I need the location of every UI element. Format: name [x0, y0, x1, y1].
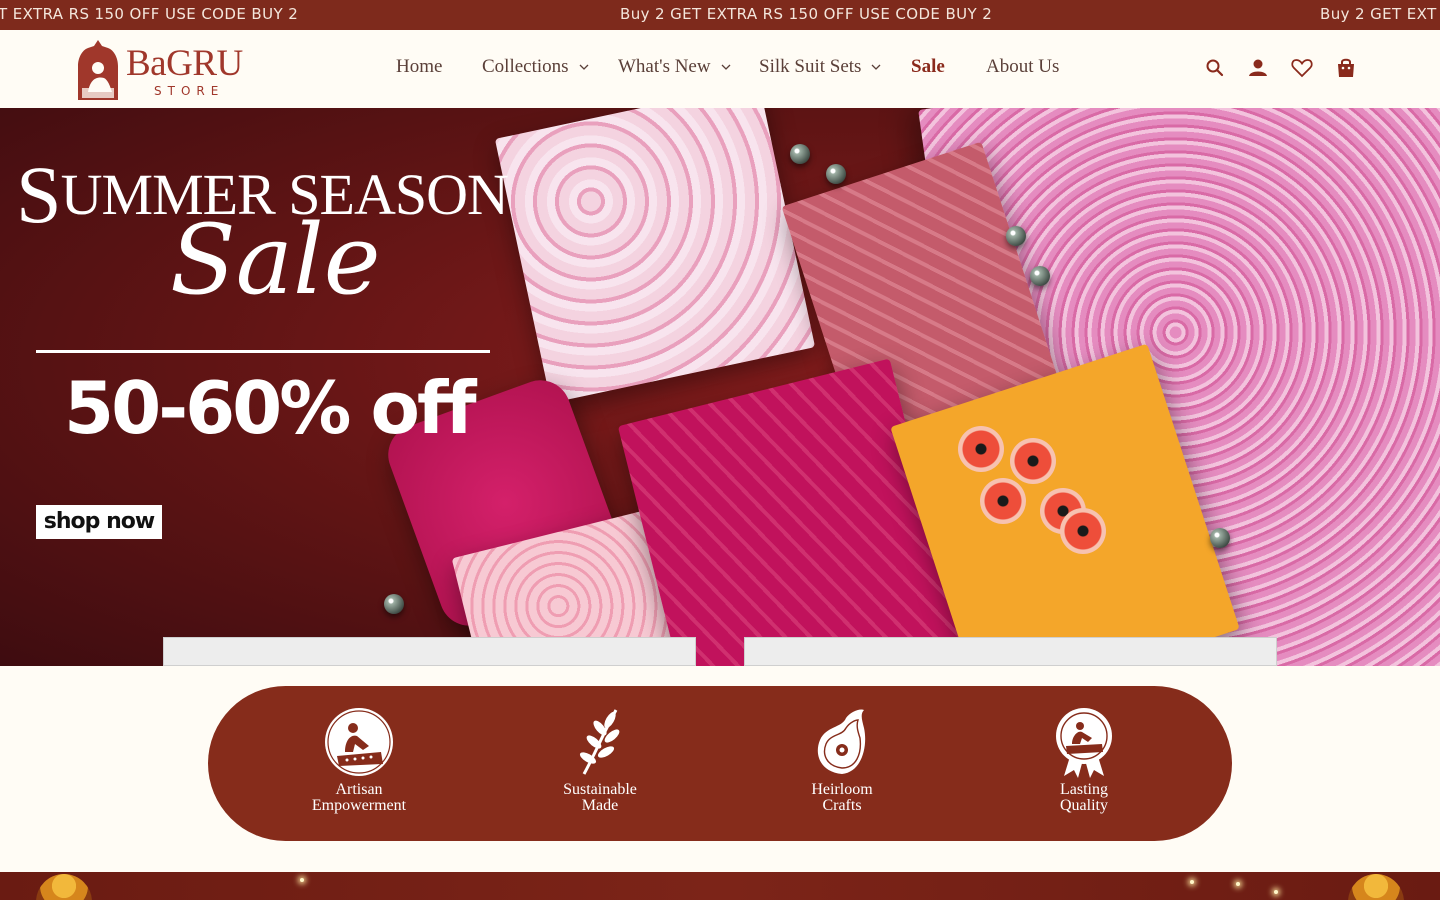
decor-bead [1210, 528, 1230, 548]
flower-motif [1010, 438, 1056, 484]
nav-about-us[interactable]: About Us [986, 56, 1059, 78]
cart-icon[interactable] [1334, 56, 1358, 80]
site-header: BaGRU STORE Home Collections What's New … [0, 30, 1440, 108]
decor-bead [826, 164, 846, 184]
light-sparkle [1190, 880, 1194, 884]
lamp-decoration [36, 874, 92, 900]
feature-sustainable-made: Sustainable Made [520, 706, 680, 814]
chevron-down-icon [721, 64, 731, 70]
decor-bead [790, 144, 810, 164]
flower-motif [1060, 508, 1106, 554]
chevron-down-icon [871, 64, 881, 70]
nav-label: What's New [618, 56, 711, 77]
nav-label: Sale [911, 56, 945, 77]
nav-label: Home [396, 56, 443, 77]
search-icon[interactable] [1203, 56, 1227, 80]
lamp-decoration [1348, 874, 1404, 900]
wishlist-icon[interactable] [1290, 56, 1314, 80]
hero-divider [36, 350, 490, 353]
nav-collections[interactable]: Collections [482, 56, 589, 78]
hero-overlay-bar [744, 637, 1277, 666]
festive-banner[interactable] [0, 872, 1440, 900]
logo-subtitle: STORE [154, 84, 225, 98]
feature-label: Crafts [822, 797, 862, 814]
flower-motif [980, 478, 1026, 524]
account-icon[interactable] [1246, 56, 1270, 80]
hero-script-text: Sale [170, 204, 381, 316]
announcement-message: Buy 2 GET EXT [1320, 5, 1437, 23]
nav-label: About Us [986, 56, 1060, 77]
light-sparkle [1274, 890, 1278, 894]
announcement-bar: T EXTRA RS 150 OFF USE CODE BUY 2 Buy 2 … [0, 0, 1440, 30]
feature-label: Heirloom [811, 781, 873, 798]
hero-fabric-image [494, 108, 816, 404]
hero-banner[interactable]: SUMMER SEASON Sale 50-60% off shop now [0, 108, 1440, 666]
quality-badge-icon [1056, 708, 1112, 778]
brand-logo[interactable]: BaGRU STORE [74, 36, 264, 102]
nav-whats-new[interactable]: What's New [618, 56, 731, 78]
hero-offer-text: 50-60% off [64, 366, 477, 450]
feature-label: Quality [1060, 797, 1108, 814]
logo-emblem-icon [78, 40, 118, 100]
feature-label: Lasting [1060, 781, 1108, 798]
hero-title-initial: S [16, 149, 62, 240]
nav-home[interactable]: Home [396, 56, 442, 78]
feature-label: Artisan [335, 781, 383, 798]
decor-bead [1030, 266, 1050, 286]
announcement-message: T EXTRA RS 150 OFF USE CODE BUY 2 [0, 5, 299, 23]
hero-text-block: SUMMER SEASON Sale 50-60% off shop now [0, 108, 540, 666]
nav-label: Collections [482, 56, 569, 77]
nav-silk-suit-sets[interactable]: Silk Suit Sets [759, 56, 881, 78]
light-sparkle [300, 878, 304, 882]
nav-sale[interactable]: Sale [911, 56, 945, 78]
chevron-down-icon [579, 64, 589, 70]
feature-label: Made [581, 797, 619, 814]
decor-bead [1006, 226, 1026, 246]
flower-motif [958, 426, 1004, 472]
feature-lasting-quality: Lasting Quality [1004, 706, 1164, 814]
features-strip: Artisan Empowerment Sustainable Made Hei… [208, 686, 1232, 841]
artisan-icon [325, 708, 393, 776]
shop-now-button[interactable]: shop now [36, 505, 162, 539]
feature-heirloom-crafts: Heirloom Crafts [762, 706, 922, 814]
nav-label: Silk Suit Sets [759, 56, 862, 77]
feature-label: Sustainable [563, 781, 637, 798]
hero-overlay-bar [163, 637, 696, 666]
feature-artisan-empowerment: Artisan Empowerment [279, 706, 439, 814]
logo-wordmark: BaGRU [126, 43, 243, 84]
light-sparkle [1236, 882, 1240, 886]
feature-label: Empowerment [311, 797, 407, 814]
leaf-branch-icon [579, 709, 620, 775]
paisley-icon [817, 709, 866, 774]
announcement-message: Buy 2 GET EXTRA RS 150 OFF USE CODE BUY … [620, 5, 993, 23]
